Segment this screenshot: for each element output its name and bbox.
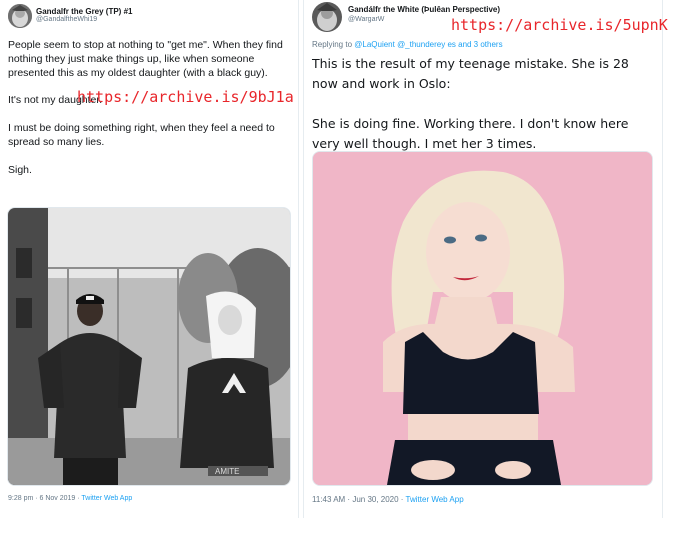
display-name[interactable]: Gandálfr the White (Þulêan Perspective) [348, 5, 500, 14]
avatar[interactable] [8, 4, 32, 28]
reply-others-link[interactable]: and 3 others [456, 40, 502, 49]
tweet-timestamp[interactable]: 9:28 pm · 6 Nov 2019 · Twitter Web App [8, 495, 132, 502]
tweet-paragraph: This is the result of my teenage mistake… [312, 56, 629, 91]
replying-prefix: Replying to [312, 40, 355, 49]
left-tweet-card: Gandalfr the Grey (TP) #1 @GandalftheWhi… [0, 0, 299, 518]
user-handle[interactable]: @GandalftheWhi19 [36, 16, 97, 23]
user-handle[interactable]: @WargarW [348, 16, 384, 23]
tweet-paragraph: People seem to stop at nothing to "get m… [8, 39, 283, 79]
right-tweet-card: Gandálfr the White (Þulêan Perspective) … [303, 0, 668, 518]
avatar[interactable] [312, 2, 342, 32]
display-name[interactable]: Gandalfr the Grey (TP) #1 [36, 7, 132, 16]
timestamp-text[interactable]: 11:43 AM · Jun 30, 2020 · [312, 495, 406, 504]
svg-text:AMITE: AMITE [215, 467, 239, 476]
tweet-text: People seem to stop at nothing to "get m… [8, 38, 290, 191]
source-app-link[interactable]: Twitter Web App [406, 495, 464, 504]
archive-link[interactable]: https://archive.is/5upnK [451, 16, 668, 34]
tweet-timestamp[interactable]: 11:43 AM · Jun 30, 2020 · Twitter Web Ap… [312, 495, 464, 504]
replying-to: Replying to @LaQuient @_thunderey es and… [312, 40, 503, 49]
source-app-link[interactable]: Twitter Web App [81, 495, 132, 502]
tweet-photo[interactable] [312, 151, 653, 486]
archive-link[interactable]: https://archive.is/9bJ1a [77, 88, 294, 106]
tweet-paragraph: She is doing fine. Working there. I don'… [312, 116, 629, 151]
tweet-paragraph: I must be doing something right, when th… [8, 122, 275, 148]
reply-mentions[interactable]: @LaQuient @_thunderey es [354, 40, 456, 49]
tweet-photo[interactable]: AMITE [7, 207, 291, 486]
timestamp-text[interactable]: 9:28 pm · 6 Nov 2019 · [8, 495, 81, 502]
tweet-paragraph: Sigh. [8, 164, 32, 176]
